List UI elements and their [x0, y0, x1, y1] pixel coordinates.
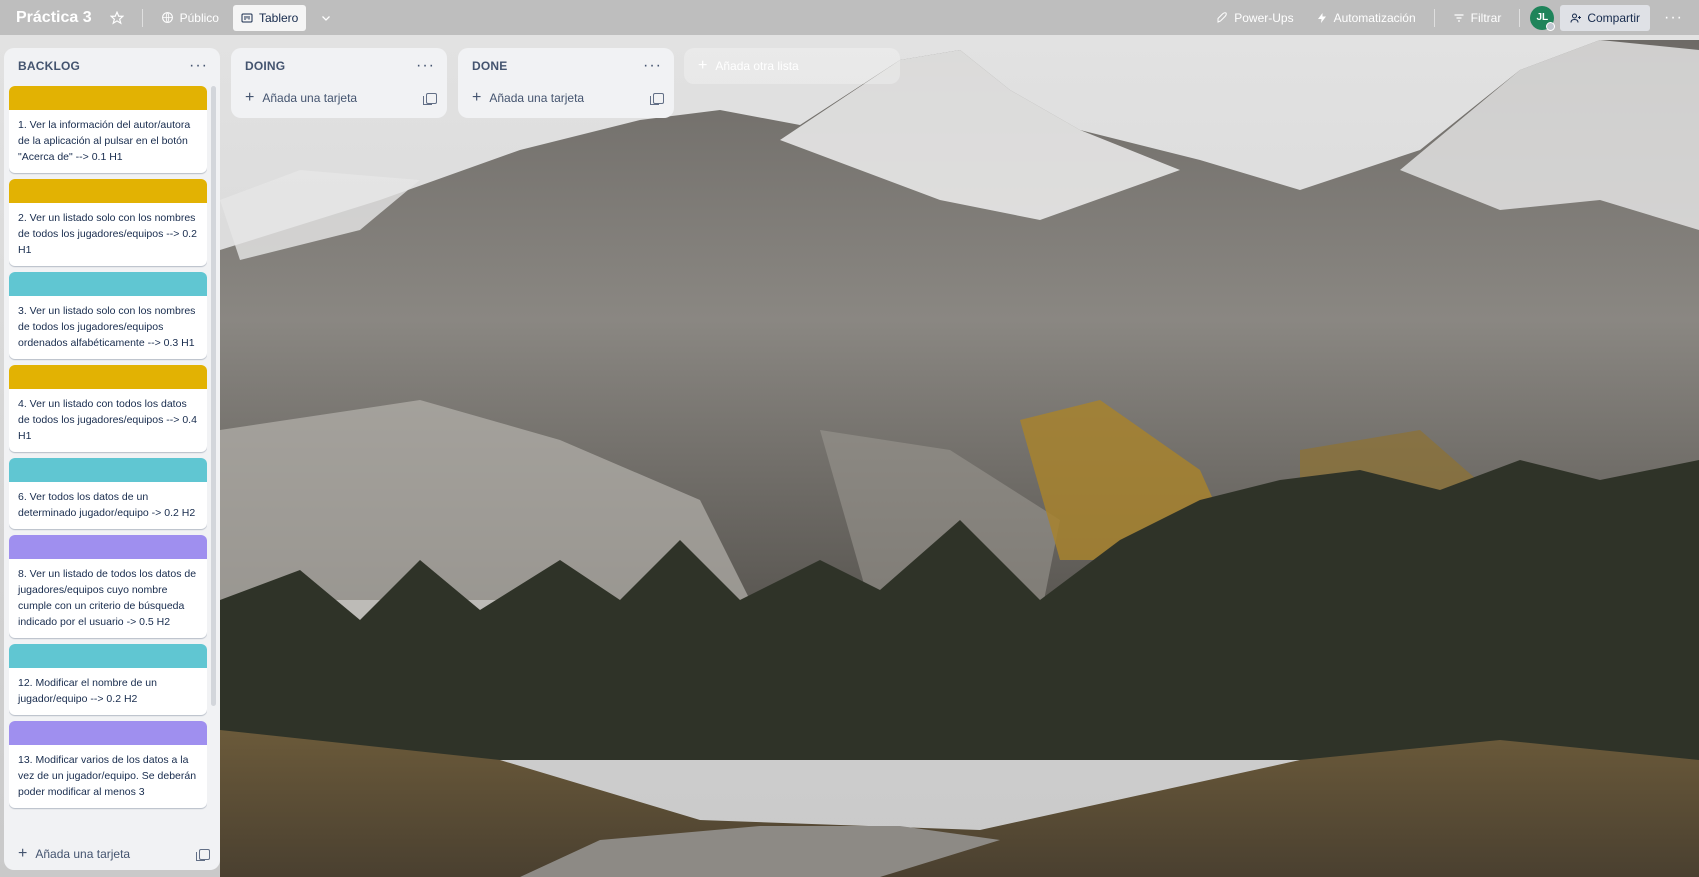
card[interactable]: 12. Modificar el nombre de un jugador/eq…	[9, 644, 207, 715]
divider	[1519, 8, 1521, 27]
card-title: 3. Ver un listado solo con los nombres d…	[18, 305, 196, 349]
powerups-button[interactable]: Power-Ups	[1208, 5, 1301, 31]
list-header: DONE ···	[458, 48, 674, 84]
card-title: 13. Modificar varios de los datos a la v…	[18, 754, 197, 798]
board-header: Práctica 3 Público Tablero Power-Ups Aut…	[0, 0, 1699, 35]
star-icon	[109, 10, 124, 25]
add-card-button[interactable]: + Añada una tarjeta	[245, 90, 357, 106]
globe-icon	[161, 12, 173, 23]
card-template-icon[interactable]	[196, 848, 210, 861]
card-cover	[9, 535, 207, 559]
plus-icon: +	[18, 845, 28, 862]
ellipsis-icon[interactable]: ···	[416, 58, 435, 74]
rocket-icon	[1217, 11, 1227, 23]
card-cover	[9, 721, 207, 745]
avatar[interactable]: JL	[1530, 5, 1556, 31]
card[interactable]: 6. Ver todos los datos de un determinado…	[9, 458, 207, 529]
chevron-down-icon	[322, 15, 331, 21]
star-button[interactable]	[102, 5, 132, 31]
add-card-button[interactable]: + Añada una tarjeta	[18, 846, 130, 862]
card-cover	[9, 272, 207, 296]
automation-button[interactable]: Automatización	[1308, 5, 1424, 31]
board-icon	[241, 13, 253, 22]
card-title: 1. Ver la información del autor/autora d…	[18, 119, 191, 163]
plus-icon: +	[698, 57, 708, 74]
list-header: DOING ···	[231, 48, 447, 84]
card-template-icon[interactable]	[650, 92, 664, 105]
add-list-button[interactable]: + Añada otra lista	[684, 48, 900, 84]
automation-label: Automatización	[1333, 10, 1416, 25]
list-header: BACKLOG ···	[4, 48, 220, 84]
visibility-button[interactable]: Público	[153, 5, 227, 31]
add-card-row: + Añada una tarjeta	[231, 84, 447, 112]
ellipsis-icon[interactable]: ···	[189, 58, 208, 74]
add-card-label: Añada una tarjeta	[489, 91, 585, 105]
filter-label: Filtrar	[1470, 10, 1502, 25]
card-title: 8. Ver un listado de todos los datos de …	[18, 568, 197, 628]
card-template-icon[interactable]	[423, 92, 437, 105]
card[interactable]: 13. Modificar varios de los datos a la v…	[9, 721, 207, 808]
divider	[1433, 8, 1435, 27]
view-switch-dropdown[interactable]	[312, 5, 340, 31]
list-title[interactable]: DOING	[245, 59, 285, 73]
board-menu-button[interactable]: ···	[1656, 5, 1691, 31]
person-add-icon	[1570, 13, 1582, 23]
lightning-icon	[1317, 12, 1326, 23]
card-container: 1. Ver la información del autor/autora d…	[9, 86, 207, 824]
card-cover	[9, 179, 207, 203]
ellipsis-icon[interactable]: ···	[643, 58, 662, 74]
card-cover	[9, 365, 207, 389]
list-done: DONE ··· + Añada una tarjeta	[458, 48, 674, 118]
card-title: 12. Modificar el nombre de un jugador/eq…	[18, 677, 157, 705]
powerups-label: Power-Ups	[1234, 10, 1294, 25]
board-background-image	[0, 0, 1699, 877]
visibility-label: Público	[179, 10, 219, 25]
list-doing: DOING ··· + Añada una tarjeta	[231, 48, 447, 118]
card-cover	[9, 644, 207, 668]
view-label: Tablero	[258, 10, 299, 25]
board-title[interactable]: Práctica 3	[12, 9, 96, 27]
filter-icon	[1454, 13, 1464, 22]
ellipsis-icon: ···	[1664, 8, 1683, 26]
card[interactable]: 8. Ver un listado de todos los datos de …	[9, 535, 207, 638]
add-card-row: + Añada una tarjeta	[4, 840, 220, 868]
list-backlog: BACKLOG ··· 1. Ver la información del au…	[4, 48, 220, 870]
plus-icon: +	[245, 89, 255, 106]
card-title: 6. Ver todos los datos de un determinado…	[18, 491, 196, 519]
share-button[interactable]: Compartir	[1560, 4, 1651, 31]
card-cover	[9, 86, 207, 110]
card[interactable]: 1. Ver la información del autor/autora d…	[9, 86, 207, 173]
list-title[interactable]: BACKLOG	[18, 59, 80, 73]
card[interactable]: 3. Ver un listado solo con los nombres d…	[9, 272, 207, 359]
add-card-row: + Añada una tarjeta	[458, 84, 674, 112]
add-card-label: Añada una tarjeta	[35, 847, 131, 861]
add-list-label: Añada otra lista	[715, 59, 799, 73]
view-switcher-button[interactable]: Tablero	[232, 4, 307, 31]
card-title: 4. Ver un listado con todos los datos de…	[18, 398, 197, 442]
card-title: 2. Ver un listado solo con los nombres d…	[18, 212, 197, 256]
card[interactable]: 2. Ver un listado solo con los nombres d…	[9, 179, 207, 266]
add-card-label: Añada una tarjeta	[262, 91, 358, 105]
divider	[141, 8, 143, 27]
card-cover	[9, 458, 207, 482]
card[interactable]: 4. Ver un listado con todos los datos de…	[9, 365, 207, 452]
plus-icon: +	[472, 89, 482, 106]
add-card-button[interactable]: + Añada una tarjeta	[472, 90, 584, 106]
list-scrollbar[interactable]	[211, 86, 216, 706]
list-title[interactable]: DONE	[472, 59, 507, 73]
share-label: Compartir	[1587, 10, 1641, 25]
filter-button[interactable]: Filtrar	[1445, 5, 1510, 31]
